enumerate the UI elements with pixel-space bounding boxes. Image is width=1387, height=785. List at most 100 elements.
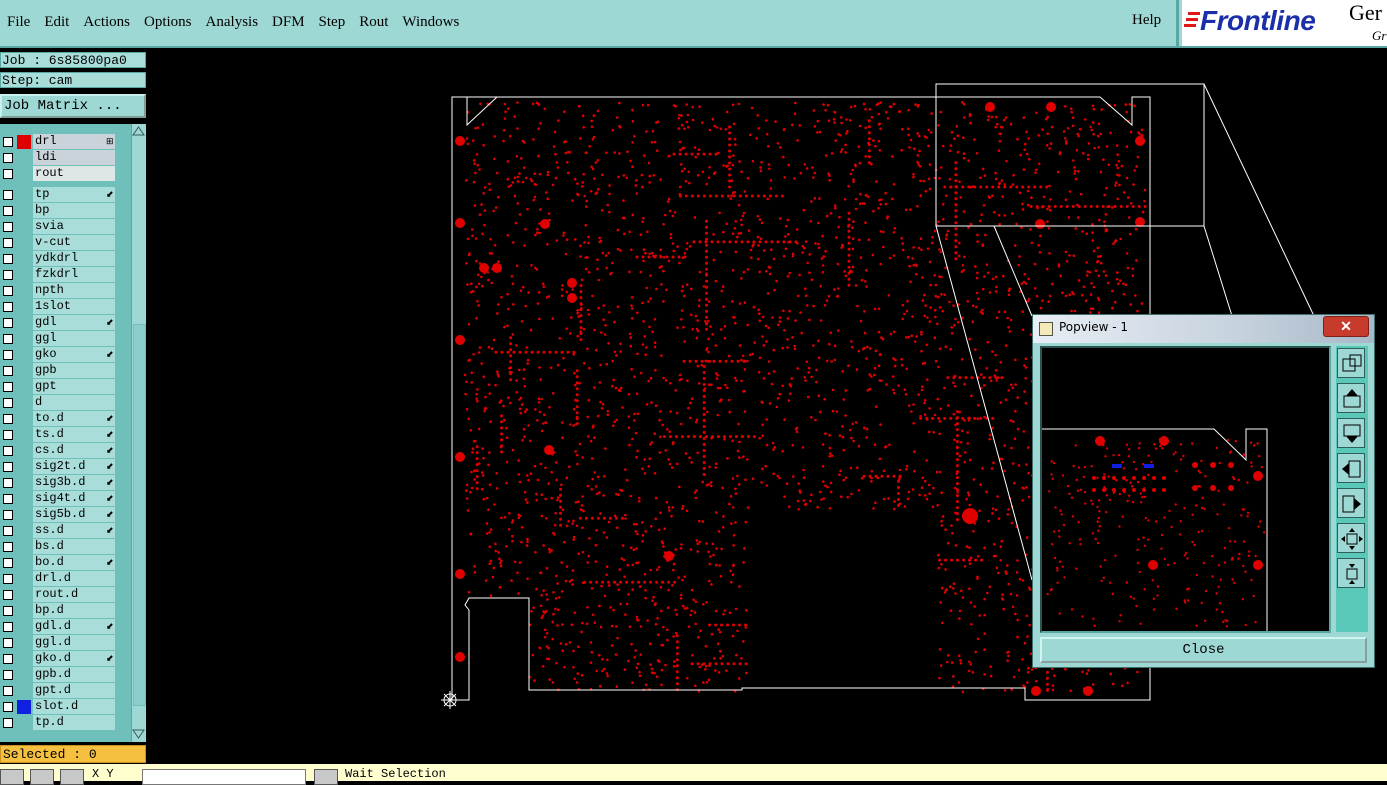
pan-left-button[interactable]: [1337, 453, 1365, 483]
layer-checkbox[interactable]: [3, 574, 13, 584]
layer-name[interactable]: bp: [33, 203, 115, 218]
layer-name[interactable]: rout.d: [33, 587, 115, 602]
layer-color-swatch[interactable]: [17, 412, 31, 426]
layer-color-swatch[interactable]: [17, 332, 31, 346]
layer-color-swatch[interactable]: [17, 668, 31, 682]
layer-checkbox[interactable]: [3, 718, 13, 728]
layer-color-swatch[interactable]: [17, 716, 31, 730]
layer-checkbox[interactable]: [3, 670, 13, 680]
layer-checkbox[interactable]: [3, 169, 13, 179]
layer-checkbox[interactable]: [3, 318, 13, 328]
layer-name[interactable]: gdl.d: [33, 619, 115, 634]
layer-row[interactable]: ldi: [0, 150, 131, 166]
menu-options[interactable]: Options: [137, 14, 199, 31]
layer-checkbox[interactable]: [3, 686, 13, 696]
layer-name[interactable]: bo.d: [33, 555, 115, 570]
layer-color-swatch[interactable]: [17, 204, 31, 218]
layer-name[interactable]: gpb: [33, 363, 115, 378]
layer-row[interactable]: gpt.d: [0, 683, 131, 699]
layer-color-swatch[interactable]: [17, 524, 31, 538]
layer-checkbox[interactable]: [3, 366, 13, 376]
layer-name[interactable]: gpt.d: [33, 683, 115, 698]
layer-checkbox[interactable]: [3, 558, 13, 568]
layer-row[interactable]: sig5b.d ⬋: [0, 507, 131, 523]
layer-name[interactable]: 1slot: [33, 299, 115, 314]
layer-name[interactable]: gpt: [33, 379, 115, 394]
layer-color-swatch[interactable]: [17, 700, 31, 714]
layer-color-swatch[interactable]: [17, 380, 31, 394]
layer-color-swatch[interactable]: [17, 316, 31, 330]
layer-checkbox[interactable]: [3, 350, 13, 360]
layer-color-swatch[interactable]: [17, 135, 31, 149]
layer-checkbox[interactable]: [3, 430, 13, 440]
layer-row[interactable]: ts.d ⬋: [0, 427, 131, 443]
pan-up-button[interactable]: [1337, 383, 1365, 413]
menu-help[interactable]: Help: [1132, 12, 1161, 29]
layer-color-swatch[interactable]: [17, 444, 31, 458]
layer-checkbox[interactable]: [3, 414, 13, 424]
zoom-fit-button[interactable]: [1337, 348, 1365, 378]
layer-name[interactable]: tp.d: [33, 715, 115, 730]
layer-row[interactable]: drl.d: [0, 571, 131, 587]
pan-right-button[interactable]: [1337, 488, 1365, 518]
layer-name[interactable]: sig2t.d: [33, 459, 115, 474]
layer-checkbox[interactable]: [3, 622, 13, 632]
layer-name[interactable]: svia: [33, 219, 115, 234]
layer-row[interactable]: ydkdrl: [0, 251, 131, 267]
layer-checkbox[interactable]: [3, 270, 13, 280]
layer-color-swatch[interactable]: [17, 167, 31, 181]
layer-checkbox[interactable]: [3, 590, 13, 600]
layer-name[interactable]: npth: [33, 283, 115, 298]
layer-name[interactable]: cs.d: [33, 443, 115, 458]
status-tool-button-2[interactable]: [30, 769, 54, 785]
layer-checkbox[interactable]: [3, 478, 13, 488]
layer-checkbox[interactable]: [3, 542, 13, 552]
layer-name[interactable]: ts.d: [33, 427, 115, 442]
layer-color-swatch[interactable]: [17, 284, 31, 298]
layer-row[interactable]: fzkdrl: [0, 267, 131, 283]
layer-checkbox[interactable]: [3, 238, 13, 248]
layer-name[interactable]: sig5b.d: [33, 507, 115, 522]
layer-checkbox[interactable]: [3, 510, 13, 520]
layer-row[interactable]: npth: [0, 283, 131, 299]
layer-row[interactable]: gpb.d: [0, 667, 131, 683]
menu-dfm[interactable]: DFM: [265, 14, 312, 31]
layer-color-swatch[interactable]: [17, 604, 31, 618]
layer-checkbox[interactable]: [3, 137, 13, 147]
layer-checkbox[interactable]: [3, 302, 13, 312]
layer-color-swatch[interactable]: [17, 364, 31, 378]
layer-checkbox[interactable]: [3, 206, 13, 216]
layer-name[interactable]: fzkdrl: [33, 267, 115, 282]
layer-checkbox[interactable]: [3, 254, 13, 264]
layer-color-swatch[interactable]: [17, 652, 31, 666]
layer-row[interactable]: gpt: [0, 379, 131, 395]
layer-name[interactable]: gko.d: [33, 651, 115, 666]
layer-color-swatch[interactable]: [17, 684, 31, 698]
layer-color-swatch[interactable]: [17, 268, 31, 282]
layer-name[interactable]: to.d: [33, 411, 115, 426]
layer-checkbox[interactable]: [3, 606, 13, 616]
layer-row[interactable]: ggl.d: [0, 635, 131, 651]
popview-close-button[interactable]: Close: [1040, 637, 1367, 663]
layer-checkbox[interactable]: [3, 286, 13, 296]
layer-row[interactable]: rout.d: [0, 587, 131, 603]
layer-checkbox[interactable]: [3, 526, 13, 536]
layer-checkbox[interactable]: [3, 334, 13, 344]
layer-name[interactable]: d: [33, 395, 115, 410]
layer-color-swatch[interactable]: [17, 188, 31, 202]
layer-color-swatch[interactable]: [17, 428, 31, 442]
layer-row[interactable]: tp.d: [0, 715, 131, 731]
popview-titlebar[interactable]: Popview - 1 ✕: [1033, 315, 1374, 343]
popview-close-x-button[interactable]: ✕: [1323, 316, 1369, 337]
layer-row[interactable]: 1slot: [0, 299, 131, 315]
menu-analysis[interactable]: Analysis: [199, 14, 266, 31]
layer-color-swatch[interactable]: [17, 588, 31, 602]
menu-rout[interactable]: Rout: [352, 14, 395, 31]
layer-checkbox[interactable]: [3, 153, 13, 163]
layer-name[interactable]: v-cut: [33, 235, 115, 250]
layer-row[interactable]: ss.d ⬋: [0, 523, 131, 539]
layer-row[interactable]: v-cut: [0, 235, 131, 251]
layer-row[interactable]: svia: [0, 219, 131, 235]
menu-edit[interactable]: Edit: [37, 14, 76, 31]
layer-row[interactable]: gdl.d ⬋: [0, 619, 131, 635]
